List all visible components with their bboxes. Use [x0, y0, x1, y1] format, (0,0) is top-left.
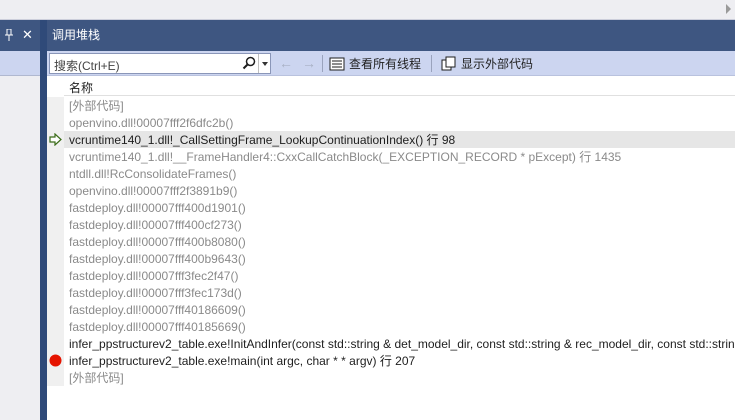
- stack-frame-row[interactable]: fastdeploy.dll!00007fff400d1901(): [47, 199, 735, 216]
- search-input[interactable]: 搜索(Ctrl+E): [54, 57, 120, 74]
- row-gutter[interactable]: [47, 233, 64, 250]
- left-panel-header: ✕: [0, 20, 40, 51]
- external-code-icon: [441, 56, 457, 72]
- stack-frame-row[interactable]: [外部代码]: [47, 97, 735, 114]
- row-gutter[interactable]: [47, 182, 64, 199]
- stack-frame-row[interactable]: infer_ppstructurev2_table.exe!main(int a…: [47, 352, 735, 369]
- row-gutter[interactable]: [47, 301, 64, 318]
- stack-frame-name: fastdeploy.dll!00007fff3fec173d(): [69, 286, 242, 300]
- show-external-code-button[interactable]: 显示外部代码: [441, 54, 533, 73]
- row-gutter[interactable]: [47, 267, 64, 284]
- row-gutter[interactable]: [47, 114, 64, 131]
- stack-frame-name: infer_ppstructurev2_table.exe!InitAndInf…: [69, 337, 735, 351]
- threads-icon: [329, 56, 345, 72]
- stack-frame-row[interactable]: openvino.dll!00007fff2f3891b9(): [47, 182, 735, 199]
- left-panel-toolbar: [0, 51, 40, 76]
- view-all-threads-button[interactable]: 查看所有线程: [329, 54, 421, 73]
- scroll-right-icon[interactable]: [726, 4, 731, 14]
- call-stack-toolbar: 搜索(Ctrl+E) ← → 查看所有线程 显示外部代码: [47, 51, 735, 76]
- stack-frame-row[interactable]: openvino.dll!00007fff2f6dfc2b(): [47, 114, 735, 131]
- column-header: 名称: [47, 76, 735, 96]
- row-gutter[interactable]: [47, 284, 64, 301]
- call-stack-list: [外部代码] openvino.dll!00007fff2f6dfc2b() vcr…: [47, 97, 735, 386]
- stack-frame-row[interactable]: [外部代码]: [47, 369, 735, 386]
- forward-arrow-icon[interactable]: →: [300, 55, 318, 71]
- stack-frame-row[interactable]: fastdeploy.dll!00007fff40186609(): [47, 301, 735, 318]
- back-arrow-icon[interactable]: ←: [277, 55, 295, 71]
- stack-frame-row[interactable]: fastdeploy.dll!00007fff400b9643(): [47, 250, 735, 267]
- name-column-header[interactable]: 名称: [69, 79, 93, 96]
- call-stack-title: 调用堆栈: [47, 20, 735, 51]
- stack-frame-name: fastdeploy.dll!00007fff400d1901(): [69, 201, 246, 215]
- stack-frame-name: vcruntime140_1.dll!__FrameHandler4::CxxC…: [69, 150, 622, 164]
- current-frame-arrow-icon: [49, 132, 62, 147]
- show-external-code-label: 显示外部代码: [461, 57, 534, 71]
- search-icon[interactable]: [242, 56, 256, 70]
- stack-frame-row[interactable]: fastdeploy.dll!00007fff3fec2f47(): [47, 267, 735, 284]
- stack-frame-row[interactable]: vcruntime140_1.dll!__FrameHandler4::CxxC…: [47, 148, 735, 165]
- stack-frame-name: vcruntime140_1.dll!_CallSettingFrame_Loo…: [69, 133, 456, 147]
- row-gutter[interactable]: [47, 369, 64, 386]
- stack-frame-row[interactable]: infer_ppstructurev2_table.exe!InitAndInf…: [47, 335, 735, 352]
- stack-frame-row[interactable]: fastdeploy.dll!00007fff3fec173d(): [47, 284, 735, 301]
- row-gutter[interactable]: [47, 216, 64, 233]
- view-all-threads-label: 查看所有线程: [349, 57, 422, 71]
- stack-frame-name: fastdeploy.dll!00007fff3fec2f47(): [69, 269, 239, 283]
- stack-frame-row[interactable]: vcruntime140_1.dll!_CallSettingFrame_Loo…: [47, 131, 735, 148]
- left-tool-window: ✕: [0, 20, 40, 420]
- stack-frame-name: [外部代码]: [69, 371, 124, 385]
- stack-frame-row[interactable]: fastdeploy.dll!00007fff400b8080(): [47, 233, 735, 250]
- call-stack-window: 调用堆栈 搜索(Ctrl+E) ← → 查看所有线程 显示外部代码 名称 [外部…: [47, 20, 735, 420]
- breakpoint-icon[interactable]: [49, 354, 62, 367]
- stack-frame-name: fastdeploy.dll!00007fff40185669(): [69, 320, 246, 334]
- top-tab-strip: [0, 0, 735, 20]
- stack-frame-name: fastdeploy.dll!00007fff400cf273(): [69, 218, 242, 232]
- header-gutter: [47, 76, 64, 96]
- search-box[interactable]: 搜索(Ctrl+E): [49, 53, 271, 74]
- stack-frame-name: openvino.dll!00007fff2f6dfc2b(): [69, 116, 234, 130]
- toolbar-separator: [431, 55, 432, 72]
- stack-frame-name: openvino.dll!00007fff2f3891b9(): [69, 184, 238, 198]
- stack-frame-name: infer_ppstructurev2_table.exe!main(int a…: [69, 354, 416, 368]
- row-gutter[interactable]: [47, 199, 64, 216]
- row-gutter[interactable]: [47, 335, 64, 352]
- row-gutter[interactable]: [47, 97, 64, 114]
- stack-frame-name: fastdeploy.dll!00007fff400b8080(): [69, 235, 246, 249]
- search-dropdown-icon[interactable]: [258, 54, 270, 73]
- row-gutter[interactable]: [47, 165, 64, 182]
- row-gutter[interactable]: [47, 148, 64, 165]
- stack-frame-name: fastdeploy.dll!00007fff400b9643(): [69, 252, 246, 266]
- stack-frame-name: ntdll.dll!RcConsolidateFrames(): [69, 167, 237, 181]
- close-icon[interactable]: ✕: [22, 27, 33, 43]
- panel-splitter[interactable]: [40, 20, 47, 420]
- pin-icon[interactable]: [4, 28, 14, 44]
- stack-frame-row[interactable]: fastdeploy.dll!00007fff40185669(): [47, 318, 735, 335]
- stack-frame-name: [外部代码]: [69, 99, 124, 113]
- stack-frame-name: fastdeploy.dll!00007fff40186609(): [69, 303, 246, 317]
- toolbar-separator: [322, 55, 323, 72]
- stack-frame-row[interactable]: ntdll.dll!RcConsolidateFrames(): [47, 165, 735, 182]
- row-gutter[interactable]: [47, 318, 64, 335]
- row-gutter[interactable]: [47, 250, 64, 267]
- stack-frame-row[interactable]: fastdeploy.dll!00007fff400cf273(): [47, 216, 735, 233]
